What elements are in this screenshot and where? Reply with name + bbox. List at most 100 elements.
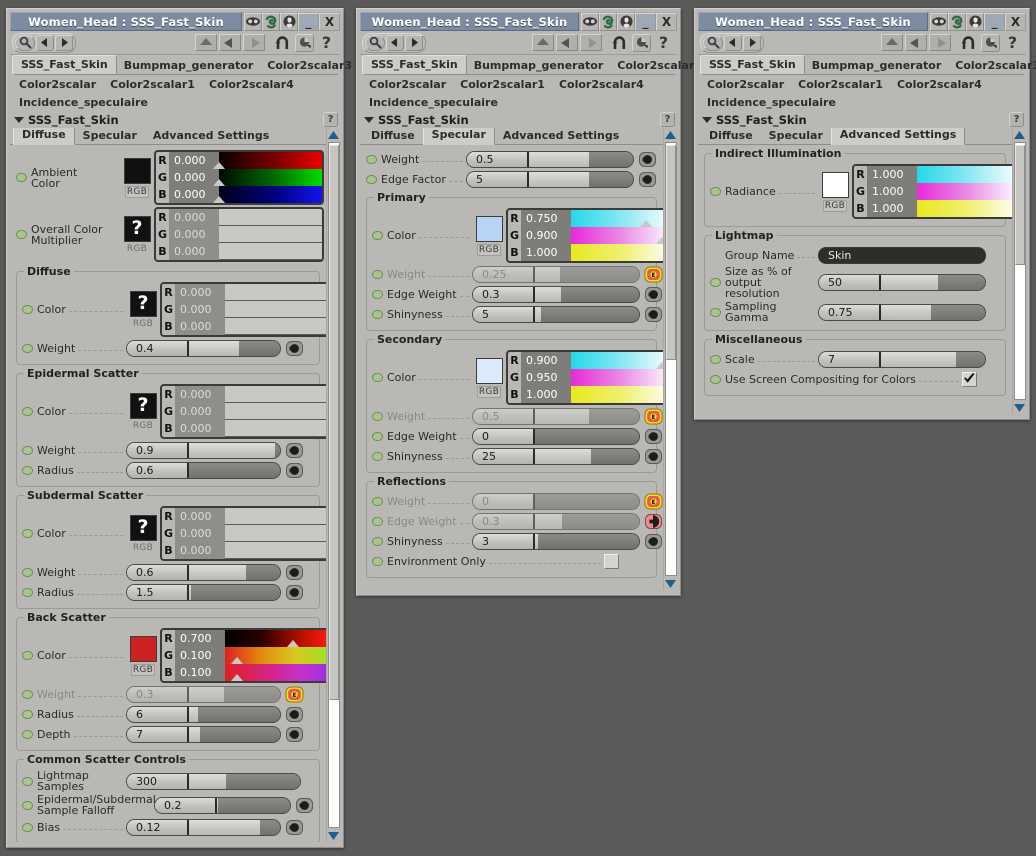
primary-edge-weight-led-toggle[interactable] bbox=[372, 289, 383, 299]
primary-color-swatch[interactable] bbox=[475, 215, 503, 242]
epidermal-color-channel-value-g[interactable]: 0.000 bbox=[175, 403, 225, 420]
subdermal-color-channel-bar-g[interactable] bbox=[225, 525, 326, 542]
backscatter-depth-led-toggle[interactable] bbox=[22, 729, 33, 739]
subdermal-radius-value[interactable]: 1.5 bbox=[127, 584, 189, 600]
next-arrow-icon[interactable] bbox=[743, 34, 761, 51]
epidermal-color-channel-bar-r[interactable] bbox=[225, 386, 326, 403]
diffuse-color-channel-bar-b[interactable] bbox=[225, 318, 326, 335]
secondary-color-channel-value-r[interactable]: 0.900 bbox=[521, 352, 571, 369]
scale-connection-plug-icon[interactable] bbox=[990, 351, 1009, 368]
secondary-color-led-toggle[interactable] bbox=[372, 373, 383, 382]
epidermal-color-swatch[interactable]: ? bbox=[129, 392, 157, 419]
subdermal-color-channel-value-g[interactable]: 0.000 bbox=[175, 525, 225, 542]
bias-track[interactable] bbox=[189, 819, 280, 835]
secondary-color-rgb-mode-label[interactable]: RGB bbox=[476, 385, 502, 398]
primary-color-marker-g[interactable] bbox=[655, 237, 663, 244]
ambient-color-swatch[interactable] bbox=[123, 157, 151, 184]
primary-weight-slider[interactable]: 0.25 bbox=[472, 265, 640, 283]
overall-color-multiplier-channel-value-g[interactable]: 0.000 bbox=[169, 226, 219, 243]
shader-help-button[interactable]: ? bbox=[1009, 112, 1024, 127]
radiance-swatch[interactable] bbox=[821, 171, 849, 198]
size-as-percent-of-output-resolution-led-toggle[interactable] bbox=[710, 278, 721, 287]
overall-color-multiplier-swatch[interactable]: ? bbox=[123, 215, 151, 242]
epidermal-radius-value[interactable]: 0.6 bbox=[127, 462, 189, 478]
epidermal-color-channel-bar-b[interactable] bbox=[225, 420, 326, 437]
size-as-percent-of-output-resolution-track[interactable] bbox=[881, 275, 985, 290]
secondary-shinyness-track[interactable] bbox=[535, 448, 639, 464]
epidermal-radius-led-toggle[interactable] bbox=[22, 465, 33, 475]
specular-weight-value[interactable]: 0.5 bbox=[467, 151, 529, 167]
specular-edge-factor-value[interactable]: 5 bbox=[467, 171, 529, 187]
primary-color-channel-bar-r[interactable] bbox=[571, 210, 663, 227]
ambient-color-channel-value-g[interactable]: 0.000 bbox=[169, 169, 219, 186]
primary-color-channel-bar-g[interactable] bbox=[571, 227, 663, 244]
backscatter-color-marker-r[interactable] bbox=[286, 640, 299, 647]
diffuse-color-rgb-mode-label[interactable]: RGB bbox=[133, 319, 153, 329]
minimize-button[interactable]: _ bbox=[298, 12, 319, 31]
node-tab-3[interactable]: Color2scalar bbox=[700, 76, 791, 93]
specular-weight-slider[interactable]: 0.5 bbox=[466, 150, 634, 168]
next-arrow-icon[interactable] bbox=[55, 34, 73, 51]
magnifier-icon[interactable] bbox=[703, 34, 723, 51]
titlebar[interactable]: Women_Head : SSS_Fast_Skin _ X bbox=[360, 12, 677, 31]
nav-up-icon[interactable] bbox=[881, 34, 903, 51]
backscatter-weight-led-toggle[interactable] bbox=[22, 689, 33, 699]
primary-edge-weight-slider[interactable]: 0.3 bbox=[472, 285, 640, 303]
render-preview-icon[interactable] bbox=[981, 33, 1000, 52]
ambient-color-marker-b[interactable] bbox=[213, 196, 225, 203]
sampling-gamma-slider[interactable]: 0.75 bbox=[818, 303, 986, 321]
backscatter-color-marker-g[interactable] bbox=[231, 657, 244, 664]
epidermal-weight-slider[interactable]: 0.9 bbox=[126, 441, 281, 459]
render-preview-icon[interactable] bbox=[632, 33, 651, 52]
secondary-edge-weight-value[interactable]: 0 bbox=[473, 428, 535, 444]
sampling-gamma-value[interactable]: 0.75 bbox=[819, 304, 881, 320]
epidermal-subdermal-sample-falloff-track[interactable] bbox=[217, 797, 290, 813]
overall-color-multiplier-channel-bar-g[interactable] bbox=[219, 226, 322, 243]
titlebar[interactable]: Women_Head : SSS_Fast_Skin _ X bbox=[698, 12, 1026, 31]
epidermal-weight-led-toggle[interactable] bbox=[22, 445, 33, 455]
specular-weight-track[interactable] bbox=[529, 151, 633, 167]
window-specular[interactable]: Women_Head : SSS_Fast_Skin _ X ? SSS_Fas… bbox=[356, 8, 702, 596]
use-screen-compositing-for-colors-led-toggle[interactable] bbox=[710, 374, 721, 384]
group-name-input[interactable]: Skin bbox=[818, 246, 986, 264]
diffuse-weight-connection-plug-icon[interactable] bbox=[285, 340, 304, 357]
tab-advanced-settings[interactable]: Advanced Settings bbox=[495, 128, 627, 144]
goggles-icon[interactable] bbox=[930, 12, 948, 31]
bias-value[interactable]: 0.12 bbox=[127, 819, 189, 835]
subdermal-color-swatch[interactable]: ? bbox=[129, 514, 157, 541]
node-tab-0[interactable]: SSS_Fast_Skin bbox=[700, 55, 805, 74]
backscatter-weight-slider[interactable]: 0.3 bbox=[126, 685, 281, 703]
radiance-led-toggle[interactable] bbox=[710, 187, 721, 196]
diffuse-color-channel-value-r[interactable]: 0.000 bbox=[175, 284, 225, 301]
epidermal-subdermal-sample-falloff-value[interactable]: 0.2 bbox=[155, 797, 217, 813]
magnifier-icon[interactable] bbox=[15, 34, 35, 51]
subdermal-weight-connection-plug-icon[interactable] bbox=[285, 564, 304, 581]
epidermal-weight-track[interactable] bbox=[189, 442, 280, 458]
subdermal-weight-track[interactable] bbox=[189, 564, 280, 580]
backscatter-color-channel-value-b[interactable]: 0.100 bbox=[175, 664, 225, 681]
reflections-shinyness-value[interactable]: 3 bbox=[473, 533, 535, 549]
goggles-icon[interactable] bbox=[244, 12, 262, 31]
collapse-triangle-icon[interactable] bbox=[14, 116, 24, 123]
goggles-icon[interactable] bbox=[581, 12, 599, 31]
ambient-color-channel-bar-r[interactable] bbox=[213, 152, 322, 169]
node-tab-6[interactable]: Incidence_speculaire bbox=[362, 94, 505, 111]
nav-left-icon[interactable] bbox=[905, 34, 927, 51]
overall-color-multiplier-led-toggle[interactable] bbox=[16, 230, 27, 239]
ambient-color-marker-g[interactable] bbox=[213, 179, 225, 186]
subdermal-radius-led-toggle[interactable] bbox=[22, 587, 33, 597]
primary-shinyness-connection-plug-icon[interactable] bbox=[644, 306, 663, 323]
bias-slider[interactable]: 0.12 bbox=[126, 818, 281, 836]
scroll-up-icon[interactable] bbox=[328, 128, 339, 141]
diffuse-weight-value[interactable]: 0.4 bbox=[127, 340, 189, 356]
close-button[interactable]: X bbox=[1005, 12, 1026, 31]
secondary-shinyness-led-toggle[interactable] bbox=[372, 451, 383, 461]
tab-advanced-settings[interactable]: Advanced Settings bbox=[145, 128, 277, 144]
diffuse-color-swatch[interactable]: ? bbox=[129, 290, 157, 317]
help-icon[interactable]: ? bbox=[317, 34, 336, 52]
backscatter-radius-led-toggle[interactable] bbox=[22, 709, 33, 719]
ambient-color-rgb-mode-label[interactable]: RGB bbox=[124, 185, 150, 198]
lightmap-samples-slider[interactable]: 300 bbox=[126, 772, 301, 790]
tab-specular[interactable]: Specular bbox=[75, 128, 145, 144]
face-icon[interactable] bbox=[617, 12, 635, 31]
